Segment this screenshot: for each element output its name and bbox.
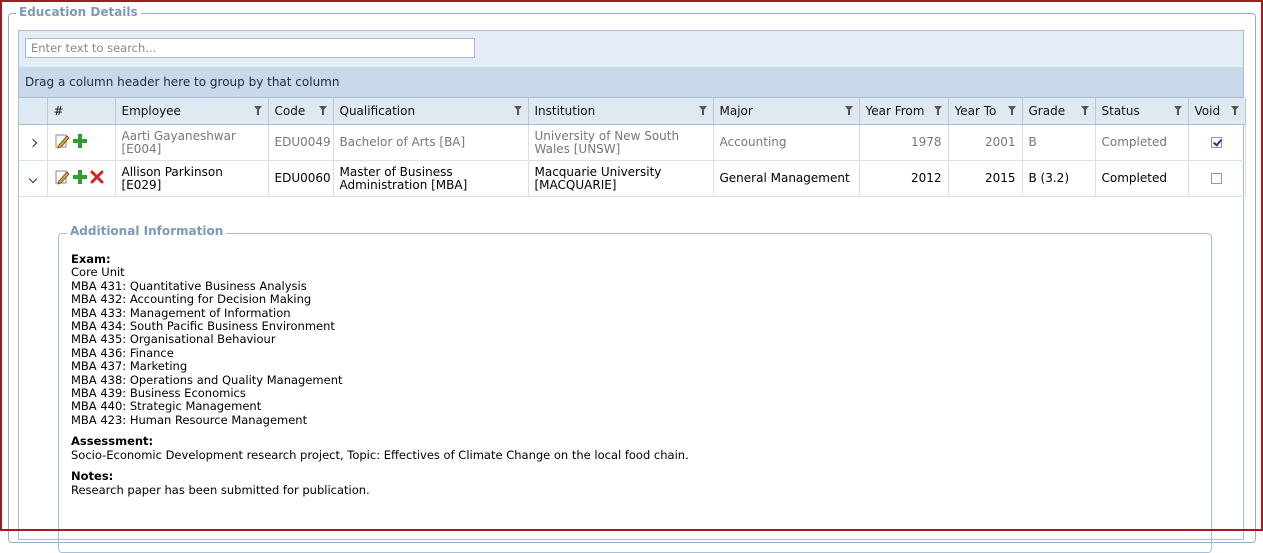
column-header-label: Major	[719, 104, 753, 118]
table-row[interactable]: Allison Parkinson [E029] EDU0060 Master …	[19, 160, 1246, 197]
filter-icon[interactable]	[1080, 106, 1089, 115]
employee-cell: Aarti Gayaneshwar [E004]	[115, 124, 269, 161]
column-header-label: Void	[1194, 104, 1221, 118]
exam-line: MBA 437: Marketing	[71, 359, 188, 374]
column-header-label: Grade	[1028, 104, 1066, 118]
exam-line: MBA 435: Organisational Behaviour	[71, 332, 276, 347]
exam-line: MBA 438: Operations and Quality Manageme…	[71, 372, 343, 387]
chevron-right-icon	[28, 138, 37, 148]
grade-cell: B (3.2)	[1022, 160, 1096, 197]
void-checkbox[interactable]	[1211, 173, 1222, 184]
notes-section: Notes: Research paper has been submitted…	[71, 469, 1171, 497]
code-cell: EDU0060	[268, 160, 334, 197]
additional-information-content: Exam: Core Unit MBA 431: Quantitative Bu…	[71, 252, 1171, 505]
additional-information-title: Additional Information	[67, 224, 227, 238]
exam-line: MBA 436: Finance	[71, 345, 174, 360]
row-actions	[47, 124, 116, 161]
data-table: # Employee Code Qualification Institutio…	[19, 98, 1246, 197]
exam-line: MBA 433: Management of Information	[71, 305, 291, 320]
expander-header	[19, 98, 48, 125]
group-by-panel[interactable]: Drag a column header here to group by th…	[19, 67, 1243, 98]
filter-icon[interactable]	[1230, 106, 1239, 115]
column-header-employee[interactable]: Employee	[115, 98, 269, 125]
column-header-label: Institution	[534, 104, 596, 118]
institution-cell: University of New South Wales [UNSW]	[528, 124, 714, 161]
filter-icon[interactable]	[318, 106, 327, 115]
void-checkbox[interactable]	[1211, 137, 1222, 148]
void-cell	[1188, 124, 1246, 161]
assessment-section: Assessment: Socio-Economic Development r…	[71, 434, 1171, 462]
filter-icon[interactable]	[513, 106, 522, 115]
header-row: # Employee Code Qualification Institutio…	[19, 98, 1246, 125]
column-header-grade[interactable]: Grade	[1022, 98, 1096, 125]
qualification-cell: Bachelor of Arts [BA]	[333, 124, 529, 161]
major-cell: General Management	[713, 160, 860, 197]
column-header-major[interactable]: Major	[713, 98, 860, 125]
exam-label: Exam:	[71, 252, 111, 266]
column-header-label: Status	[1101, 104, 1140, 118]
exam-line: Core Unit	[71, 265, 125, 280]
void-cell	[1188, 160, 1246, 197]
education-grid: Enter text to search... Drag a column he…	[18, 30, 1246, 553]
exam-line: MBA 440: Strategic Management	[71, 399, 262, 414]
column-header-void[interactable]: Void	[1188, 98, 1246, 125]
exam-line: MBA 439: Business Economics	[71, 386, 246, 401]
filter-icon[interactable]	[698, 106, 707, 115]
assessment-label: Assessment:	[71, 434, 154, 449]
assessment-text: Socio-Economic Development research proj…	[71, 447, 689, 462]
year-to-cell: 2001	[948, 124, 1023, 161]
column-header-label: Code	[274, 104, 306, 118]
column-header-label: Employee	[121, 104, 181, 118]
column-header-qualification[interactable]: Qualification	[333, 98, 529, 125]
year-from-cell: 2012	[859, 160, 949, 197]
column-header-status[interactable]: Status	[1095, 98, 1189, 125]
edit-icon[interactable]	[54, 169, 70, 188]
major-cell: Accounting	[713, 124, 860, 161]
search-input[interactable]: Enter text to search...	[25, 38, 475, 58]
grade-cell: B	[1022, 124, 1096, 161]
exam-section: Exam: Core Unit MBA 431: Quantitative Bu…	[71, 252, 1171, 427]
status-cell: Completed	[1095, 160, 1189, 197]
filter-icon[interactable]	[844, 106, 853, 115]
filter-icon[interactable]	[933, 106, 942, 115]
exam-line: MBA 431: Quantitative Business Analysis	[71, 278, 307, 293]
column-header-number[interactable]: #	[47, 98, 116, 125]
column-header-year-from[interactable]: Year From	[859, 98, 949, 125]
year-from-cell: 1978	[859, 124, 949, 161]
code-cell: EDU0049	[268, 124, 334, 161]
status-cell: Completed	[1095, 124, 1189, 161]
row-actions	[47, 160, 116, 197]
expand-row-toggle[interactable]	[19, 124, 48, 161]
add-icon[interactable]	[72, 169, 88, 188]
column-header-label: Year From	[865, 104, 925, 118]
table-row[interactable]: Aarti Gayaneshwar [E004] EDU0049 Bachelo…	[19, 124, 1246, 161]
column-header-label: Year To	[954, 104, 997, 118]
column-header-code[interactable]: Code	[268, 98, 334, 125]
chevron-down-icon	[28, 174, 37, 184]
column-header-institution[interactable]: Institution	[528, 98, 714, 125]
filter-icon[interactable]	[253, 106, 262, 115]
add-icon[interactable]	[72, 133, 88, 152]
column-header-label: #	[53, 104, 64, 118]
employee-cell: Allison Parkinson [E029]	[115, 160, 269, 197]
collapse-row-toggle[interactable]	[19, 160, 48, 197]
year-to-cell: 2015	[948, 160, 1023, 197]
edit-icon[interactable]	[54, 133, 70, 152]
qualification-cell: Master of Business Administration [MBA]	[333, 160, 529, 197]
filter-icon[interactable]	[1173, 106, 1182, 115]
notes-label: Notes:	[71, 469, 114, 484]
exam-line: MBA 423: Human Resource Management	[71, 412, 308, 427]
exam-line: MBA 434: South Pacific Business Environm…	[71, 319, 335, 334]
column-header-label: Qualification	[339, 104, 416, 118]
search-bar: Enter text to search...	[19, 31, 1243, 68]
filter-icon[interactable]	[1007, 106, 1016, 115]
notes-text: Research paper has been submitted for pu…	[71, 482, 370, 497]
institution-cell: Macquarie University [MACQUARIE]	[528, 160, 714, 197]
panel-title: Education Details	[16, 5, 141, 19]
exam-line: MBA 432: Accounting for Decision Making	[71, 292, 312, 307]
column-header-year-to[interactable]: Year To	[948, 98, 1023, 125]
delete-icon[interactable]	[90, 170, 104, 187]
